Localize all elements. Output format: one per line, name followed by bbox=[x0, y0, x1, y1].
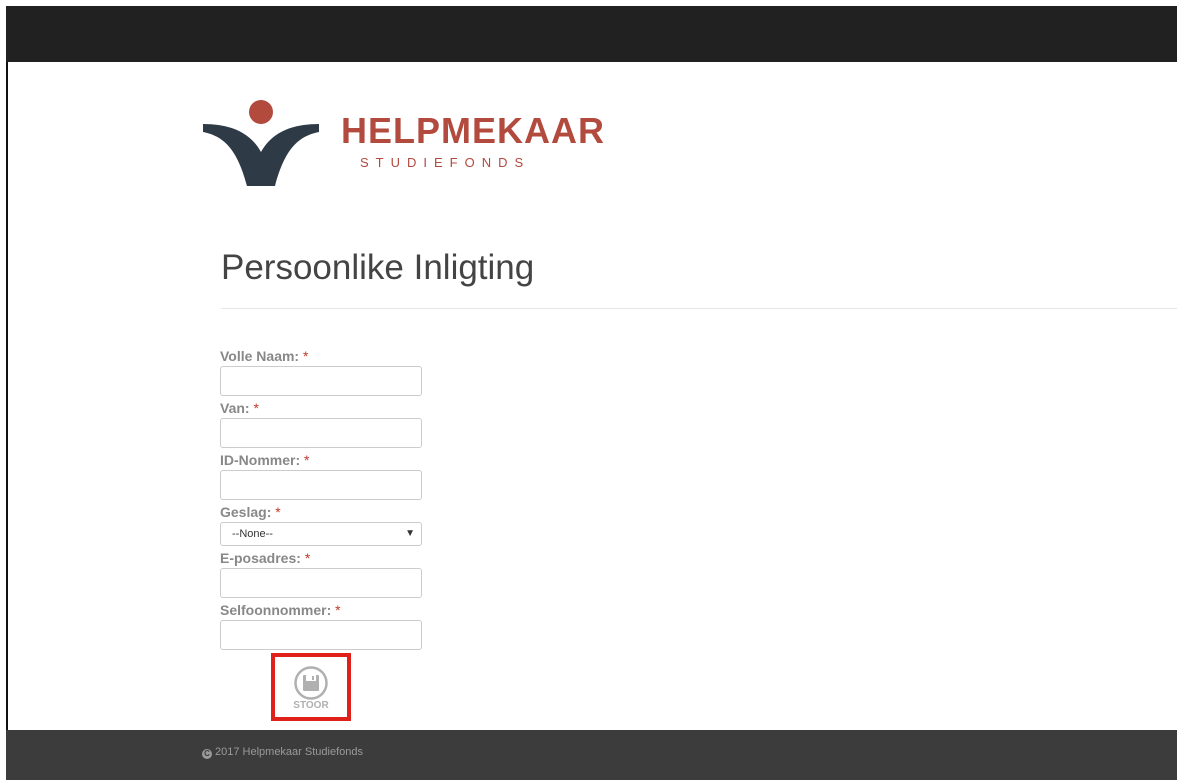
save-button-label: STOOR bbox=[293, 700, 329, 711]
gender-label: Geslag: * bbox=[220, 504, 281, 520]
email-label: E-posadres: * bbox=[220, 550, 311, 566]
mobile-label: Selfoonnommer: * bbox=[220, 602, 341, 618]
full-name-group: Volle Naam: * bbox=[220, 346, 430, 398]
page-footer: C 2017 Helpmekaar Studiefonds bbox=[6, 730, 1177, 780]
surname-group: Van: * bbox=[220, 398, 430, 450]
copyright-text: C 2017 Helpmekaar Studiefonds bbox=[202, 746, 363, 759]
mobile-input[interactable] bbox=[220, 620, 422, 650]
full-name-label: Volle Naam: * bbox=[220, 348, 309, 364]
surname-input[interactable] bbox=[220, 418, 422, 448]
content-left-border bbox=[6, 62, 8, 730]
page-title: Persoonlike Inligting bbox=[221, 248, 535, 287]
required-marker: * bbox=[303, 348, 309, 364]
gender-group: Geslag: * --None-- ▼ bbox=[220, 502, 430, 548]
full-name-input[interactable] bbox=[220, 366, 422, 396]
mobile-group: Selfoonnommer: * bbox=[220, 600, 430, 652]
required-marker: * bbox=[335, 602, 341, 618]
title-divider bbox=[221, 308, 1177, 309]
top-navbar bbox=[6, 6, 1177, 62]
dropdown-arrow-icon: ▼ bbox=[405, 528, 415, 539]
surname-label: Van: * bbox=[220, 400, 259, 416]
id-number-group: ID-Nommer: * bbox=[220, 450, 430, 502]
required-marker: * bbox=[275, 504, 281, 520]
email-group: E-posadres: * bbox=[220, 548, 430, 600]
gender-select[interactable]: --None-- ▼ bbox=[220, 522, 422, 546]
required-marker: * bbox=[304, 452, 310, 468]
gender-selected-value: --None-- bbox=[232, 528, 273, 540]
email-input[interactable] bbox=[220, 568, 422, 598]
brand-name: HELPMEKAAR bbox=[341, 110, 606, 151]
id-number-label: ID-Nommer: * bbox=[220, 452, 310, 468]
required-marker: * bbox=[304, 550, 311, 566]
save-icon bbox=[294, 666, 328, 700]
id-number-input[interactable] bbox=[220, 470, 422, 500]
brand-subtitle: STUDIEFONDS bbox=[360, 155, 531, 170]
save-button[interactable]: STOOR bbox=[286, 663, 336, 715]
copyright-icon: C bbox=[202, 749, 212, 759]
required-marker: * bbox=[253, 400, 259, 416]
personal-info-form: Volle Naam: * Van: * ID-Nommer: * Geslag… bbox=[220, 346, 430, 652]
